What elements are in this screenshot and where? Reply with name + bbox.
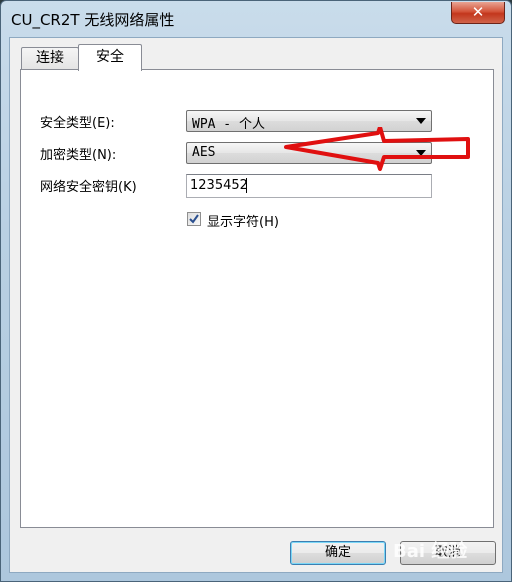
watermark-logo: Bai 经验 [393, 541, 468, 562]
ok-button[interactable]: 确定 [290, 541, 386, 565]
network-key-input[interactable]: 1235452 [186, 174, 432, 198]
text-caret [246, 178, 247, 193]
network-key-value: 1235452 [190, 178, 248, 193]
tab-connection[interactable]: 连接 [21, 47, 79, 69]
dialog-window: CU_CR2T 无线网络属性 ✕ 连接 安全 安全类型(E): WPA - 个人… [0, 0, 512, 582]
red-annotation-arrow-icon [284, 127, 470, 171]
tab-security[interactable]: 安全 [78, 44, 142, 71]
title-bar[interactable]: CU_CR2T 无线网络属性 ✕ [1, 1, 511, 37]
close-button[interactable]: ✕ [451, 2, 505, 24]
show-characters-label: 显示字符(H) [207, 215, 279, 230]
dialog-client-area: 连接 安全 安全类型(E): WPA - 个人 加密类型(N): AES 网络安… [9, 37, 503, 573]
window-title: CU_CR2T 无线网络属性 [11, 11, 175, 29]
network-key-label: 网络安全密钥(K) [40, 180, 137, 195]
show-characters-checkbox[interactable] [187, 212, 201, 226]
tab-label: 连接 [36, 50, 64, 66]
security-type-value: WPA - 个人 [192, 117, 265, 132]
ok-button-label: 确定 [324, 545, 351, 560]
encryption-type-value: AES [192, 145, 216, 160]
dropdown-arrow-icon [416, 118, 426, 124]
security-type-label: 安全类型(E): [40, 116, 115, 131]
encryption-type-label: 加密类型(N): [40, 148, 117, 163]
tab-label: 安全 [96, 49, 124, 65]
close-icon: ✕ [471, 3, 485, 21]
checkmark-icon [189, 214, 199, 224]
